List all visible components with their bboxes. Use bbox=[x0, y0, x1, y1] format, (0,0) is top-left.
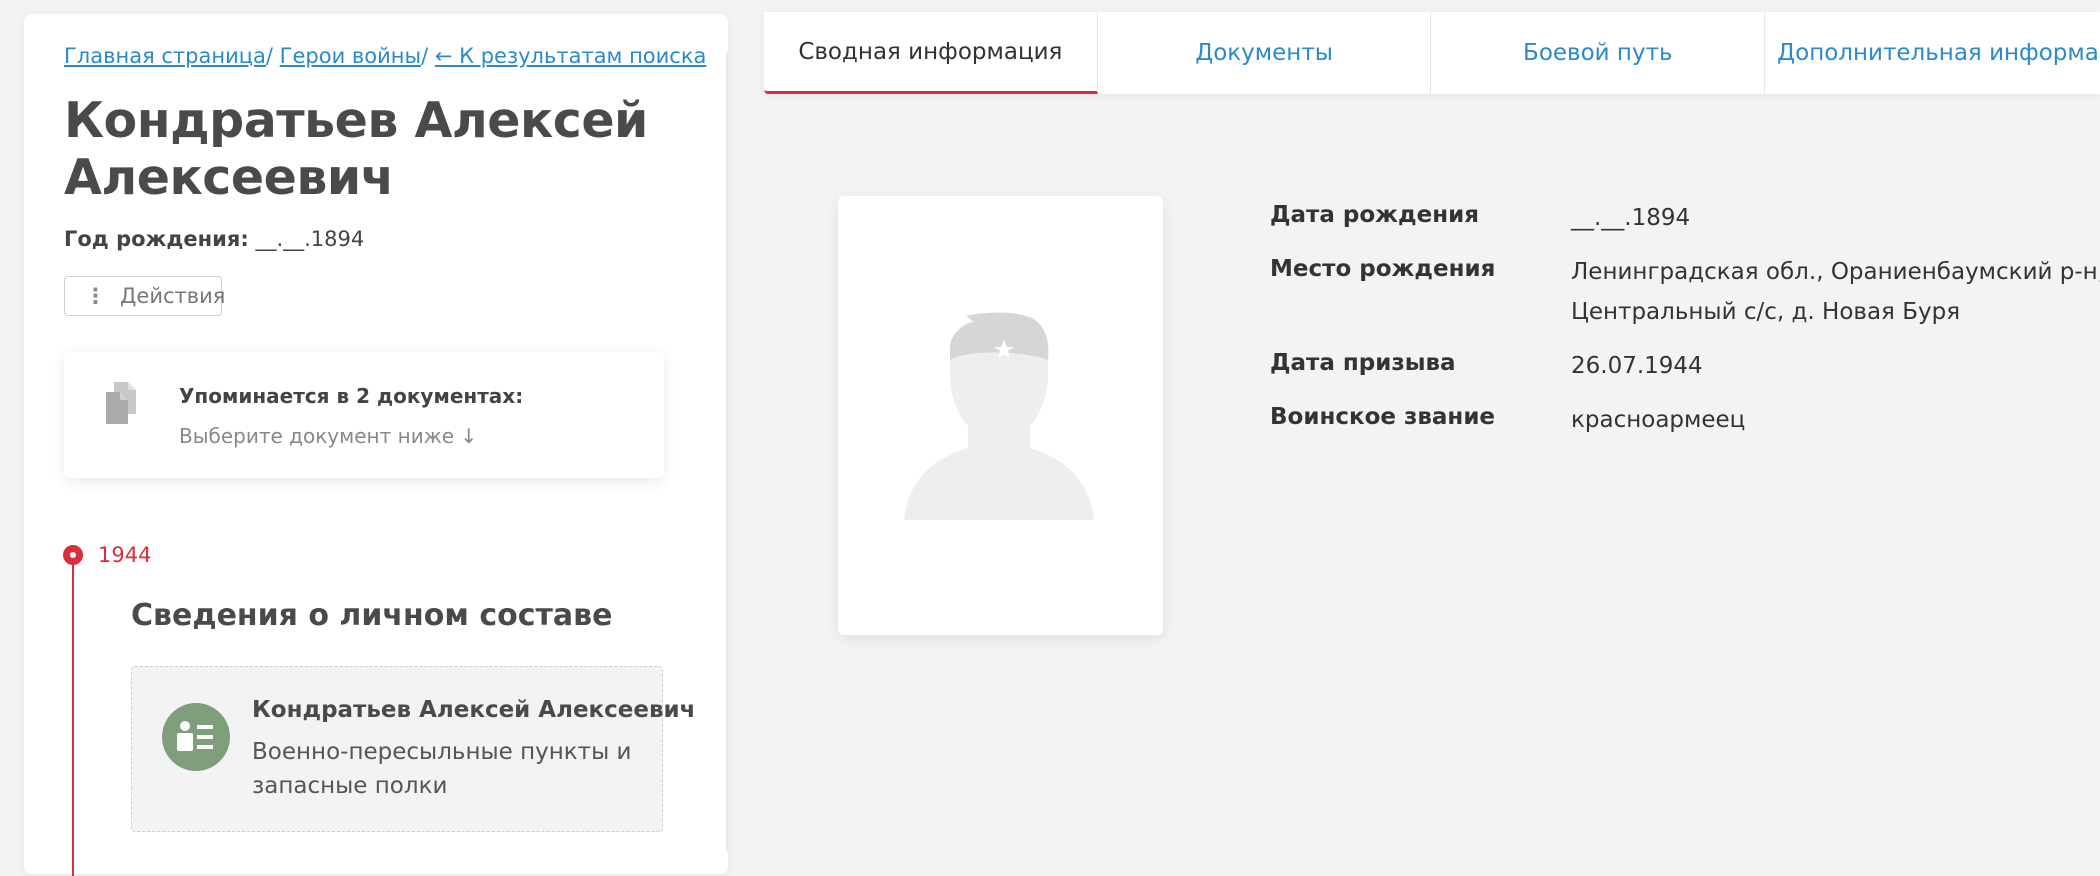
document-icon bbox=[106, 382, 140, 428]
timeline-year: 1944 bbox=[98, 543, 152, 567]
actions-button-label: Действия bbox=[120, 284, 226, 308]
draft-date-value: 26.07.1944 bbox=[1571, 353, 1703, 379]
timeline-line bbox=[72, 556, 74, 876]
back-to-results-link[interactable]: ← К результатам поиска bbox=[435, 44, 707, 68]
breadcrumb-heroes-link[interactable]: Герои войны bbox=[280, 44, 421, 68]
scrollbar[interactable] bbox=[726, 52, 728, 852]
rank-label: Воинское звание bbox=[1270, 404, 1496, 430]
breadcrumb-separator: / bbox=[421, 44, 429, 68]
birth-place-value-line1: Ленинградская обл., Ораниенбаумский р-н, bbox=[1571, 259, 2100, 285]
mentions-title: Упоминается в 2 документах: bbox=[179, 384, 524, 408]
photo-placeholder bbox=[838, 196, 1163, 635]
tab-documents[interactable]: Документы bbox=[1098, 12, 1432, 94]
tab-bar: Сводная информация Документы Боевой путь… bbox=[764, 12, 2100, 94]
birth-year-label: Год рождения: bbox=[64, 227, 249, 251]
tab-summary[interactable]: Сводная информация bbox=[764, 12, 1098, 94]
actions-button[interactable]: ⋮ Действия bbox=[64, 276, 226, 316]
mentions-subtitle: Выберите документ ниже ↓ bbox=[179, 424, 478, 448]
birth-place-value-line2: Центральный с/с, д. Новая Буря bbox=[1571, 299, 1961, 325]
breadcrumb: Главная страница/ Герои войны/ ← К резул… bbox=[64, 44, 706, 68]
tab-additional-info[interactable]: Дополнительная информация bbox=[1765, 12, 2100, 94]
document-person-name: Кондратьев Алексей Алексеевич bbox=[252, 697, 696, 723]
draft-date-label: Дата призыва bbox=[1270, 350, 1456, 376]
section-heading: Сведения о личном составе bbox=[131, 598, 613, 633]
breadcrumb-separator: / bbox=[265, 44, 273, 68]
page-title: Кондратьев Алексей Алексеевич bbox=[64, 92, 648, 206]
birth-date-label: Дата рождения bbox=[1270, 202, 1479, 228]
document-card[interactable]: Кондратьев Алексей Алексеевич Военно-пер… bbox=[131, 666, 695, 832]
birth-date-value: __.__.1894 bbox=[1571, 205, 1691, 231]
birth-year: Год рождения: __.__.1894 bbox=[64, 227, 364, 251]
mentions-card: Упоминается в 2 документах: Выберите док… bbox=[64, 352, 664, 478]
birth-year-value: __.__.1894 bbox=[255, 227, 365, 251]
soldier-silhouette-icon bbox=[904, 312, 1094, 520]
timeline-dot bbox=[63, 545, 83, 565]
person-card-icon bbox=[162, 703, 230, 771]
more-dots-icon: ⋮ bbox=[85, 284, 106, 308]
rank-value: красноармеец bbox=[1571, 407, 1746, 433]
document-description: Военно-пересыльные пункты и запасные пол… bbox=[252, 739, 632, 799]
breadcrumb-home-link[interactable]: Главная страница bbox=[64, 44, 266, 68]
birth-place-label: Место рождения bbox=[1270, 256, 1496, 282]
tab-combat-path[interactable]: Боевой путь bbox=[1431, 12, 1766, 94]
